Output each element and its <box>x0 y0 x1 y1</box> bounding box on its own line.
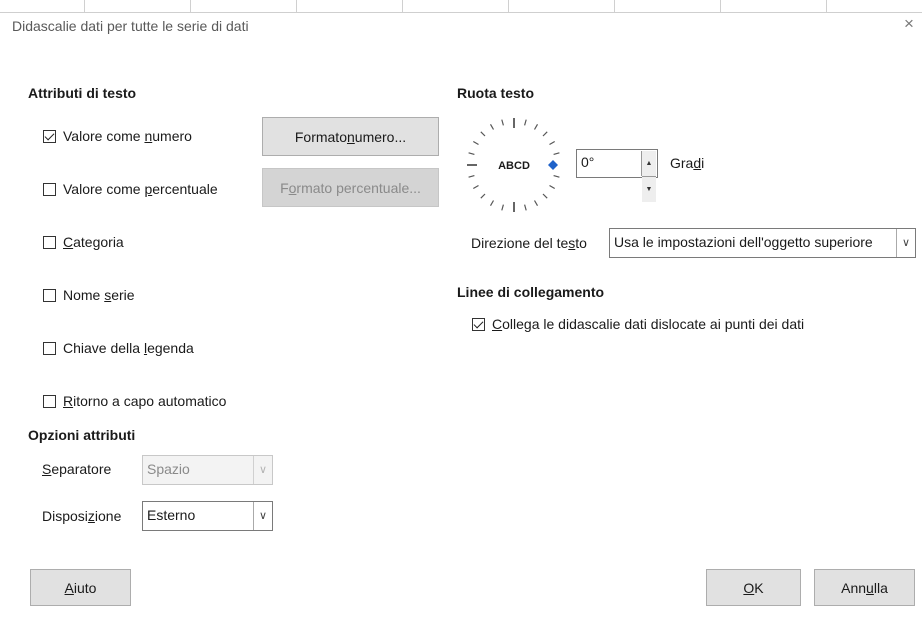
checkbox-box[interactable] <box>472 318 485 331</box>
placement-label: Disposizione <box>42 508 122 524</box>
checkbox-box[interactable] <box>43 289 56 302</box>
dial-text: ABCD <box>498 160 530 172</box>
chevron-down-icon: ∨ <box>896 229 915 257</box>
ok-button[interactable]: OK <box>706 569 801 606</box>
dial-tick <box>473 184 479 190</box>
checkbox-label: Chiave della legenda <box>63 340 194 356</box>
spin-down-icon[interactable]: ▼ <box>642 177 656 202</box>
placement-value: Esterno <box>147 507 196 523</box>
rotation-dial[interactable]: ABCD <box>463 110 569 220</box>
dial-tick <box>501 204 504 211</box>
text-direction-select[interactable]: Usa le impostazioni dell'oggetto superio… <box>609 228 916 258</box>
dial-tick <box>542 193 548 199</box>
dial-tick <box>524 204 527 211</box>
checkbox-label: Valore come numero <box>63 128 192 144</box>
leader-lines-heading: Linee di collegamento <box>457 284 605 300</box>
dial-tick <box>489 200 495 206</box>
checkbox-label: Valore come percentuale <box>63 181 218 197</box>
dial-tick <box>549 140 555 146</box>
dial-tick <box>489 124 495 130</box>
dial-tick <box>468 152 475 155</box>
help-button[interactable]: Aiuto <box>30 569 131 606</box>
dial-tick <box>542 131 548 137</box>
checkbox-box[interactable] <box>43 236 56 249</box>
dial-tick <box>480 131 486 137</box>
checkbox-box[interactable] <box>43 395 56 408</box>
dial-tick <box>533 124 539 130</box>
chevron-down-icon: ∨ <box>253 456 272 484</box>
attribute-options-heading: Opzioni attributi <box>28 427 136 443</box>
checkbox-label: Collega le didascalie dati dislocate ai … <box>492 316 805 332</box>
chevron-down-icon: ∨ <box>253 502 272 530</box>
number-format-button[interactable]: Formato n umero... <box>262 117 439 156</box>
placement-select[interactable]: Esterno ∨ <box>142 501 273 531</box>
dial-tick <box>553 175 560 178</box>
dial-marker-icon[interactable] <box>548 160 558 170</box>
percentage-format-button[interactable]: Fo rmato percentuale... <box>262 168 439 207</box>
degrees-value: 0° <box>581 154 595 170</box>
separator-select[interactable]: Spazio ∨ <box>142 455 273 485</box>
checkbox-box[interactable] <box>43 130 56 143</box>
checkbox-box[interactable] <box>43 342 56 355</box>
checkbox-box[interactable] <box>43 183 56 196</box>
rotate-text-heading: Ruota testo <box>457 85 534 101</box>
checkbox-label: Ritorno a capo automatico <box>63 393 227 409</box>
text-direction-label: Direzione del testo <box>471 235 587 251</box>
cancel-button[interactable]: Ann u lla <box>814 569 915 606</box>
checkbox-label: Categoria <box>63 234 124 250</box>
close-icon[interactable]: × <box>904 14 914 34</box>
checkbox-label: Nome serie <box>63 287 135 303</box>
dial-tick <box>501 119 504 126</box>
dial-tick <box>473 140 479 146</box>
separator-value: Spazio <box>147 461 190 477</box>
dial-tick <box>468 175 475 178</box>
dial-tick <box>480 193 486 199</box>
degrees-spinbox[interactable]: 0° ▲ ▼ <box>576 149 658 202</box>
text-attributes-heading: Attributi di testo <box>28 85 137 101</box>
dial-tick <box>533 200 539 206</box>
degrees-label: Gradi <box>670 155 705 171</box>
dial-tick <box>553 152 560 155</box>
dial-tick <box>549 184 555 190</box>
dialog-title: Didascalie dati per tutte le serie di da… <box>12 18 249 34</box>
dial-tick <box>524 119 527 126</box>
spin-up-icon[interactable]: ▲ <box>642 151 656 177</box>
text-direction-value: Usa le impostazioni dell'oggetto superio… <box>614 234 873 250</box>
spin-buttons[interactable]: ▲ ▼ <box>641 151 656 202</box>
separator-label: Separatore <box>42 461 112 477</box>
